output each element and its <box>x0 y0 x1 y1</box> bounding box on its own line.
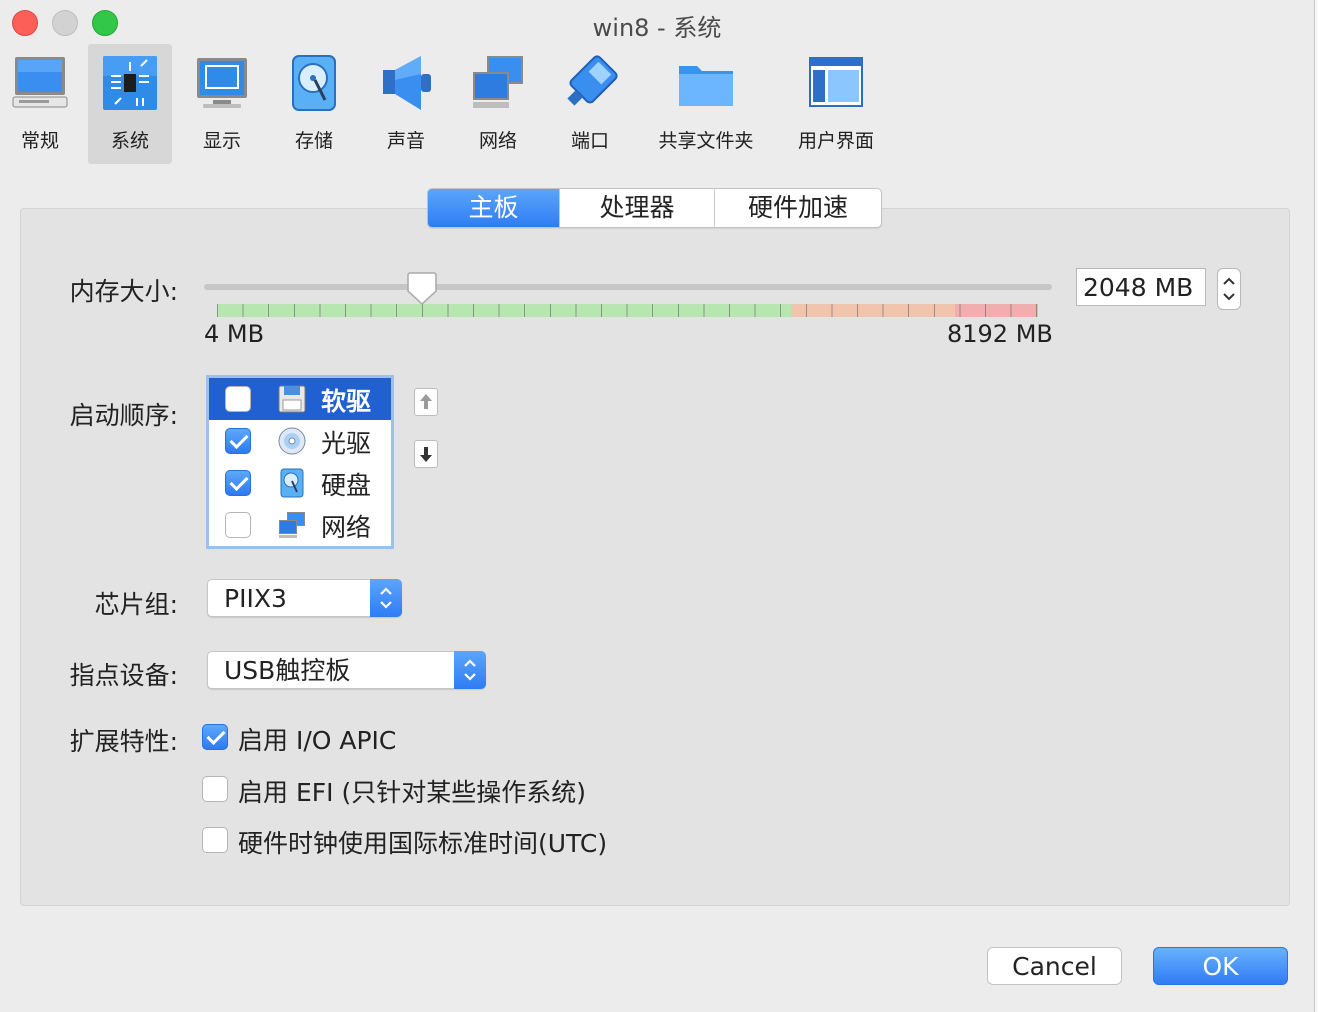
folder-icon <box>679 66 733 106</box>
boot-move-up-button[interactable] <box>414 388 438 416</box>
toolbar-label: 网络 <box>478 130 517 152</box>
toolbar-label: 存储 <box>294 130 333 152</box>
efi-checkbox[interactable] <box>202 776 228 802</box>
boot-item-label: 软驱 <box>321 387 372 416</box>
memory-scale-ticks <box>217 304 1038 317</box>
monitor-general-icon <box>12 57 68 108</box>
boot-move-down-button[interactable] <box>414 440 438 468</box>
arrow-down-icon <box>420 447 432 462</box>
io-apic-checkbox[interactable] <box>202 724 228 750</box>
utc-clock-label: 硬件时钟使用国际标准时间(UTC) <box>238 829 608 858</box>
floppy-icon <box>278 385 306 413</box>
pointing-device-label: 指点设备: <box>69 661 178 690</box>
efi-label: 启用 EFI (只针对某些操作系统) <box>238 778 586 807</box>
boot-item-harddisk[interactable]: 硬盘 <box>209 462 391 504</box>
chipset-value: PIIX3 <box>224 584 287 613</box>
arrow-up-icon <box>420 394 432 409</box>
toolbar-item-shared-folders[interactable]: 共享文件夹 <box>646 44 766 164</box>
tab-processor[interactable]: 处理器 <box>560 189 715 227</box>
toolbar-item-display[interactable]: 显示 <box>184 44 260 164</box>
memory-max-label: 8192 MB <box>947 320 1053 348</box>
chevron-up-down-icon <box>380 587 392 609</box>
settings-window: win8 - 系统 常规 系统 显示 存储 声音 网络 端口 共享文件夹 用户界… <box>0 0 1315 1012</box>
tab-acceleration[interactable]: 硬件加速 <box>715 189 881 227</box>
tab-motherboard[interactable]: 主板 <box>428 189 560 227</box>
pointing-device-select[interactable]: USB触控板 <box>207 651 486 689</box>
harddisk-icon <box>280 468 304 498</box>
serial-port-icon <box>567 55 618 106</box>
memory-value-input[interactable]: 2048 MB <box>1076 268 1206 306</box>
boot-checkbox-network[interactable] <box>225 512 251 538</box>
toolbar-item-system[interactable]: 系统 <box>88 44 172 164</box>
chevron-up-down-icon <box>1223 277 1235 301</box>
boot-item-label: 光驱 <box>321 429 372 458</box>
optical-disc-icon <box>278 427 306 455</box>
toolbar-label: 显示 <box>202 130 241 152</box>
memory-slider-thumb[interactable] <box>406 272 438 306</box>
title-bar[interactable]: win8 - 系统 <box>0 0 1314 44</box>
chipset-label: 芯片组: <box>94 590 178 619</box>
toolbar-label: 共享文件夹 <box>658 130 754 152</box>
boot-checkbox-optical[interactable] <box>225 428 251 454</box>
memory-slider-track[interactable] <box>204 284 1052 290</box>
tab-bar: 主板 处理器 硬件加速 <box>427 188 882 228</box>
toolbar-label: 系统 <box>110 130 149 152</box>
select-arrows <box>454 651 486 689</box>
toolbar-item-storage[interactable]: 存储 <box>276 44 352 164</box>
boot-item-network[interactable]: 网络 <box>209 504 391 546</box>
boot-item-optical[interactable]: 光驱 <box>209 420 391 462</box>
network-icon <box>473 56 523 108</box>
window-title: win8 - 系统 <box>592 14 722 42</box>
boot-checkbox-harddisk[interactable] <box>225 470 251 496</box>
memory-stepper[interactable] <box>1217 268 1241 310</box>
toolbar-item-user-interface[interactable]: 用户界面 <box>786 44 886 164</box>
toolbar-label: 常规 <box>20 130 59 152</box>
boot-order-list: 软驱 光驱 硬盘 网络 <box>206 375 394 549</box>
toolbar-item-audio[interactable]: 声音 <box>368 44 444 164</box>
toolbar-label: 声音 <box>386 130 425 152</box>
io-apic-label: 启用 I/O APIC <box>238 726 397 755</box>
boot-item-floppy[interactable]: 软驱 <box>209 378 391 420</box>
speaker-icon <box>383 56 431 110</box>
boot-item-label: 网络 <box>321 513 372 542</box>
boot-item-label: 硬盘 <box>321 471 372 500</box>
ok-button[interactable]: OK <box>1153 947 1288 985</box>
cancel-button[interactable]: Cancel <box>987 947 1122 985</box>
harddisk-icon <box>292 55 336 111</box>
window-ui-icon <box>809 57 863 107</box>
utc-clock-checkbox[interactable] <box>202 827 228 853</box>
chip-icon <box>103 56 157 110</box>
display-icon <box>197 58 247 108</box>
memory-label: 内存大小: <box>69 277 178 306</box>
chipset-select[interactable]: PIIX3 <box>207 579 402 617</box>
select-arrows <box>370 579 402 617</box>
chevron-up-down-icon <box>464 659 476 681</box>
boot-order-label: 启动顺序: <box>69 401 178 430</box>
toolbar-label: 用户界面 <box>797 130 874 152</box>
toolbar-item-network[interactable]: 网络 <box>460 44 536 164</box>
network-icon <box>279 512 305 538</box>
memory-min-label: 4 MB <box>204 320 265 348</box>
toolbar-item-general[interactable]: 常规 <box>2 44 78 164</box>
toolbar-item-ports[interactable]: 端口 <box>552 44 628 164</box>
pointing-device-value: USB触控板 <box>224 656 351 685</box>
toolbar-label: 端口 <box>570 130 609 152</box>
boot-checkbox-floppy[interactable] <box>225 386 251 412</box>
extended-features-label: 扩展特性: <box>69 727 178 756</box>
